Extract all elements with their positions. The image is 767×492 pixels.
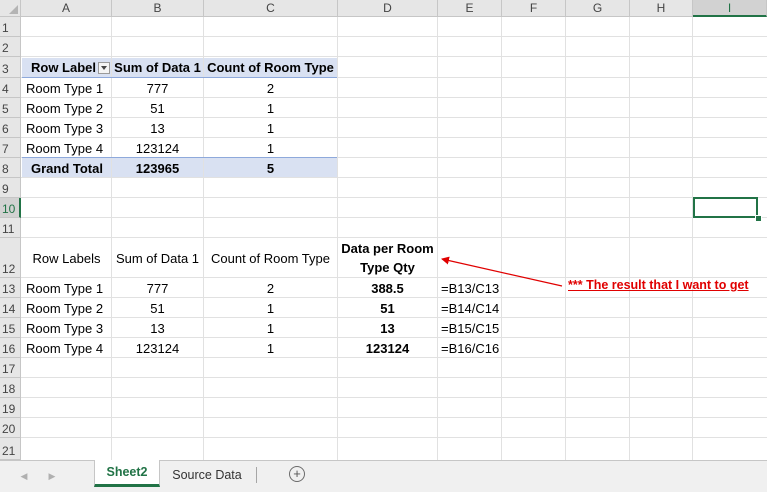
pivot-grand-total-count[interactable]: 5 xyxy=(204,158,337,178)
tab-source-data[interactable]: Source Data xyxy=(162,461,252,488)
table2-header-sum[interactable]: Sum of Data 1 xyxy=(112,238,203,278)
column-header-f[interactable]: F xyxy=(502,0,566,17)
row-header-12[interactable]: 12 xyxy=(0,238,21,278)
table2-row-label[interactable]: Room Type 3 xyxy=(21,318,112,338)
pivot-row-sum[interactable]: 51 xyxy=(112,98,203,118)
row-header-11[interactable]: 11 xyxy=(0,218,21,238)
row-header-18[interactable]: 18 xyxy=(0,378,21,398)
pivot-grand-total-sum[interactable]: 123965 xyxy=(112,158,203,178)
column-header-a[interactable]: A xyxy=(21,0,112,17)
pivot-row-count[interactable]: 1 xyxy=(204,138,337,158)
pivot-row-sum[interactable]: 777 xyxy=(112,78,203,98)
column-header-e[interactable]: E xyxy=(438,0,502,17)
row-header-15[interactable]: 15 xyxy=(0,318,21,338)
column-header-b[interactable]: B xyxy=(112,0,204,17)
table2-row-sum[interactable]: 51 xyxy=(112,298,203,318)
annotation-text: *** The result that I want to get xyxy=(568,278,749,292)
table2-row-count[interactable]: 1 xyxy=(204,298,337,318)
column-header-i[interactable]: I xyxy=(693,0,767,17)
pivot-row-sum[interactable]: 123124 xyxy=(112,138,203,158)
row-header-21[interactable]: 21 xyxy=(0,438,21,460)
pivot-row-label[interactable]: Room Type 3 xyxy=(21,118,112,138)
pivot-header-count[interactable]: Count of Room Type xyxy=(204,57,337,78)
row-header-6[interactable]: 6 xyxy=(0,118,21,138)
table2-row-sum[interactable]: 123124 xyxy=(112,338,203,358)
column-header-g[interactable]: G xyxy=(566,0,630,17)
table2-row-count[interactable]: 2 xyxy=(204,278,337,298)
column-header-h[interactable]: H xyxy=(630,0,693,17)
row-header-13[interactable]: 13 xyxy=(0,278,21,298)
fill-handle[interactable] xyxy=(755,215,762,222)
row-header-7[interactable]: 7 xyxy=(0,138,21,158)
row-header-8[interactable]: 8 xyxy=(0,158,21,178)
row-header-17[interactable]: 17 xyxy=(0,358,21,378)
tab-separator xyxy=(256,467,257,483)
table2-row-formula[interactable]: =B13/C13 xyxy=(438,278,502,298)
pivot-header-row-labels[interactable]: Row Label xyxy=(26,57,112,78)
tab-scroll-left-icon[interactable]: ◀ xyxy=(18,469,30,483)
row-header-3[interactable]: 3 xyxy=(0,57,21,78)
row-header-14[interactable]: 14 xyxy=(0,298,21,318)
tab-sheet2[interactable]: Sheet2 xyxy=(94,460,160,487)
pivot-row-label[interactable]: Room Type 2 xyxy=(21,98,112,118)
select-all-corner[interactable] xyxy=(0,0,21,17)
active-cell-selection[interactable] xyxy=(693,197,758,218)
column-header-c[interactable]: C xyxy=(204,0,338,17)
table2-row-per-qty[interactable]: 51 xyxy=(338,298,437,318)
table2-row-formula[interactable]: =B15/C15 xyxy=(438,318,502,338)
table2-row-label[interactable]: Room Type 4 xyxy=(21,338,112,358)
column-header-d[interactable]: D xyxy=(338,0,438,17)
row-header-5[interactable]: 5 xyxy=(0,98,21,118)
table2-row-sum[interactable]: 13 xyxy=(112,318,203,338)
table2-row-per-qty[interactable]: 123124 xyxy=(338,338,437,358)
row-header-16[interactable]: 16 xyxy=(0,338,21,358)
pivot-row-count[interactable]: 2 xyxy=(204,78,337,98)
table2-row-per-qty[interactable]: 13 xyxy=(338,318,437,338)
table2-header-count[interactable]: Count of Room Type xyxy=(204,238,337,278)
add-sheet-icon[interactable]: + xyxy=(289,466,305,482)
row-header-1[interactable]: 1 xyxy=(0,17,21,37)
table2-row-label[interactable]: Room Type 2 xyxy=(21,298,112,318)
table2-row-count[interactable]: 1 xyxy=(204,338,337,358)
table2-row-count[interactable]: 1 xyxy=(204,318,337,338)
row-header-10[interactable]: 10 xyxy=(0,198,21,218)
row-header-20[interactable]: 20 xyxy=(0,418,21,438)
table2-row-formula[interactable]: =B14/C14 xyxy=(438,298,502,318)
table2-header-row-labels[interactable]: Row Labels xyxy=(21,238,112,278)
table2-row-label[interactable]: Room Type 1 xyxy=(21,278,112,298)
table2-row-formula[interactable]: =B16/C16 xyxy=(438,338,502,358)
pivot-row-label[interactable]: Room Type 4 xyxy=(21,138,112,158)
pivot-row-count[interactable]: 1 xyxy=(204,98,337,118)
tab-scroll-right-icon[interactable]: ▶ xyxy=(46,469,58,483)
pivot-row-count[interactable]: 1 xyxy=(204,118,337,138)
pivot-header-sum[interactable]: Sum of Data 1 xyxy=(112,57,203,78)
pivot-grand-total-label[interactable]: Grand Total xyxy=(26,158,112,178)
pivot-row-label[interactable]: Room Type 1 xyxy=(21,78,112,98)
row-header-2[interactable]: 2 xyxy=(0,37,21,57)
sheet-tab-bar: ◀ ▶ Sheet2 Source Data + xyxy=(0,460,767,492)
table2-row-per-qty[interactable]: 388.5 xyxy=(338,278,437,298)
table2-row-sum[interactable]: 777 xyxy=(112,278,203,298)
row-header-19[interactable]: 19 xyxy=(0,398,21,418)
pivot-row-sum[interactable]: 13 xyxy=(112,118,203,138)
row-header-9[interactable]: 9 xyxy=(0,178,21,198)
table2-header-per-qty[interactable]: Data per Room Type Qty xyxy=(338,238,437,278)
filter-dropdown-icon[interactable] xyxy=(98,61,111,74)
row-header-4[interactable]: 4 xyxy=(0,78,21,98)
